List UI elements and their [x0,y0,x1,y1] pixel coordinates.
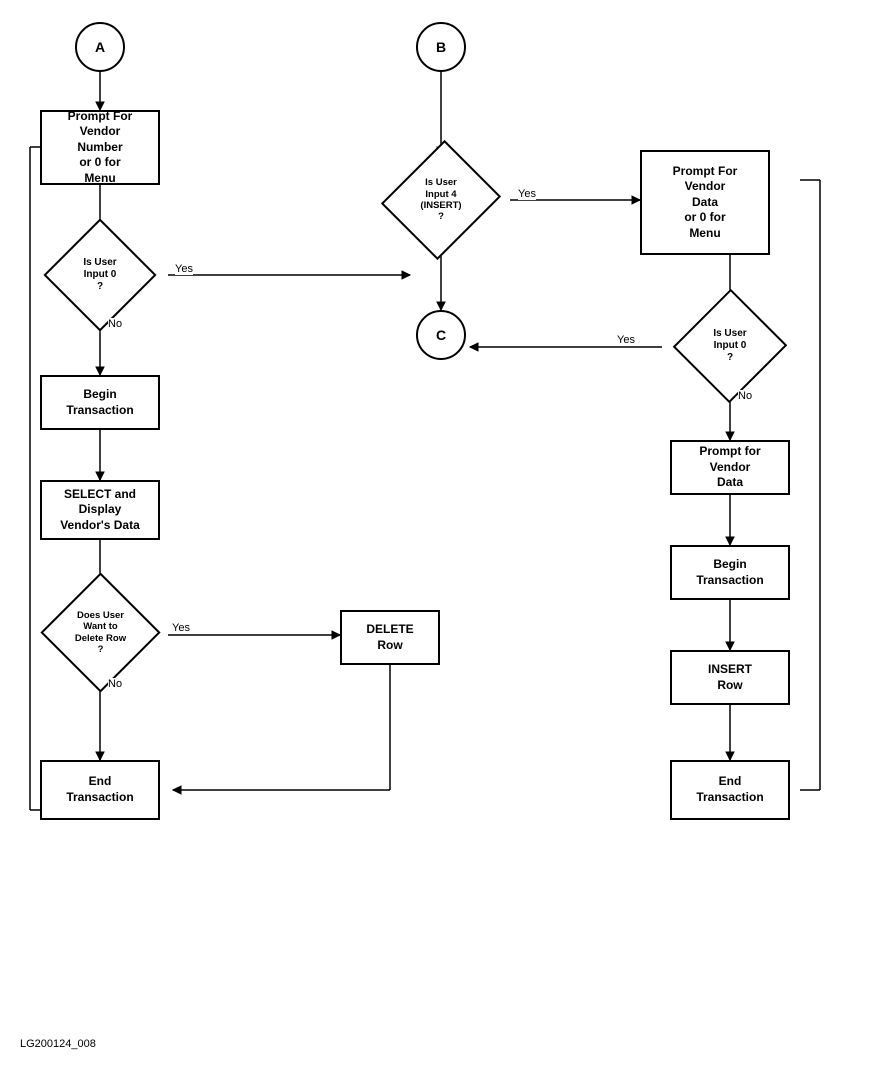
connector-a: A [75,22,125,72]
is-user-input-4: Is User Input 4 (INSERT) ? [381,140,501,260]
yes-insert-label: Yes [518,188,536,200]
no-right-label: No [738,390,752,402]
prompt-vendor-data: Prompt for Vendor Data [670,440,790,495]
insert-row: INSERT Row [670,650,790,705]
end-transaction-left: End Transaction [40,760,160,820]
no-delete-label: No [108,678,122,690]
yes-right-label: Yes [617,334,635,346]
prompt-vendor-number: Prompt For Vendor Number or 0 for Menu [40,110,160,185]
prompt-vendor-data-insert: Prompt For Vendor Data or 0 for Menu [640,150,770,255]
connector-b: B [416,22,466,72]
no-left-label: No [108,318,122,330]
end-transaction-right: End Transaction [670,760,790,820]
flowchart: A B Prompt For Vendor Number or 0 for Me… [0,0,882,1060]
yes-left-label: Yes [175,263,193,275]
begin-transaction-left: Begin Transaction [40,375,160,430]
is-user-input-0-right: Is User Input 0 ? [673,289,788,404]
connector-c: C [416,310,466,360]
select-display: SELECT and Display Vendor's Data [40,480,160,540]
does-user-want-delete: Does User Want to Delete Row ? [40,572,160,692]
begin-transaction-right: Begin Transaction [670,545,790,600]
is-user-input-0-left: Is User Input 0 ? [43,218,156,331]
figure-label: LG200124_008 [20,1038,96,1050]
delete-row: DELETE Row [340,610,440,665]
yes-delete-label: Yes [172,622,190,634]
